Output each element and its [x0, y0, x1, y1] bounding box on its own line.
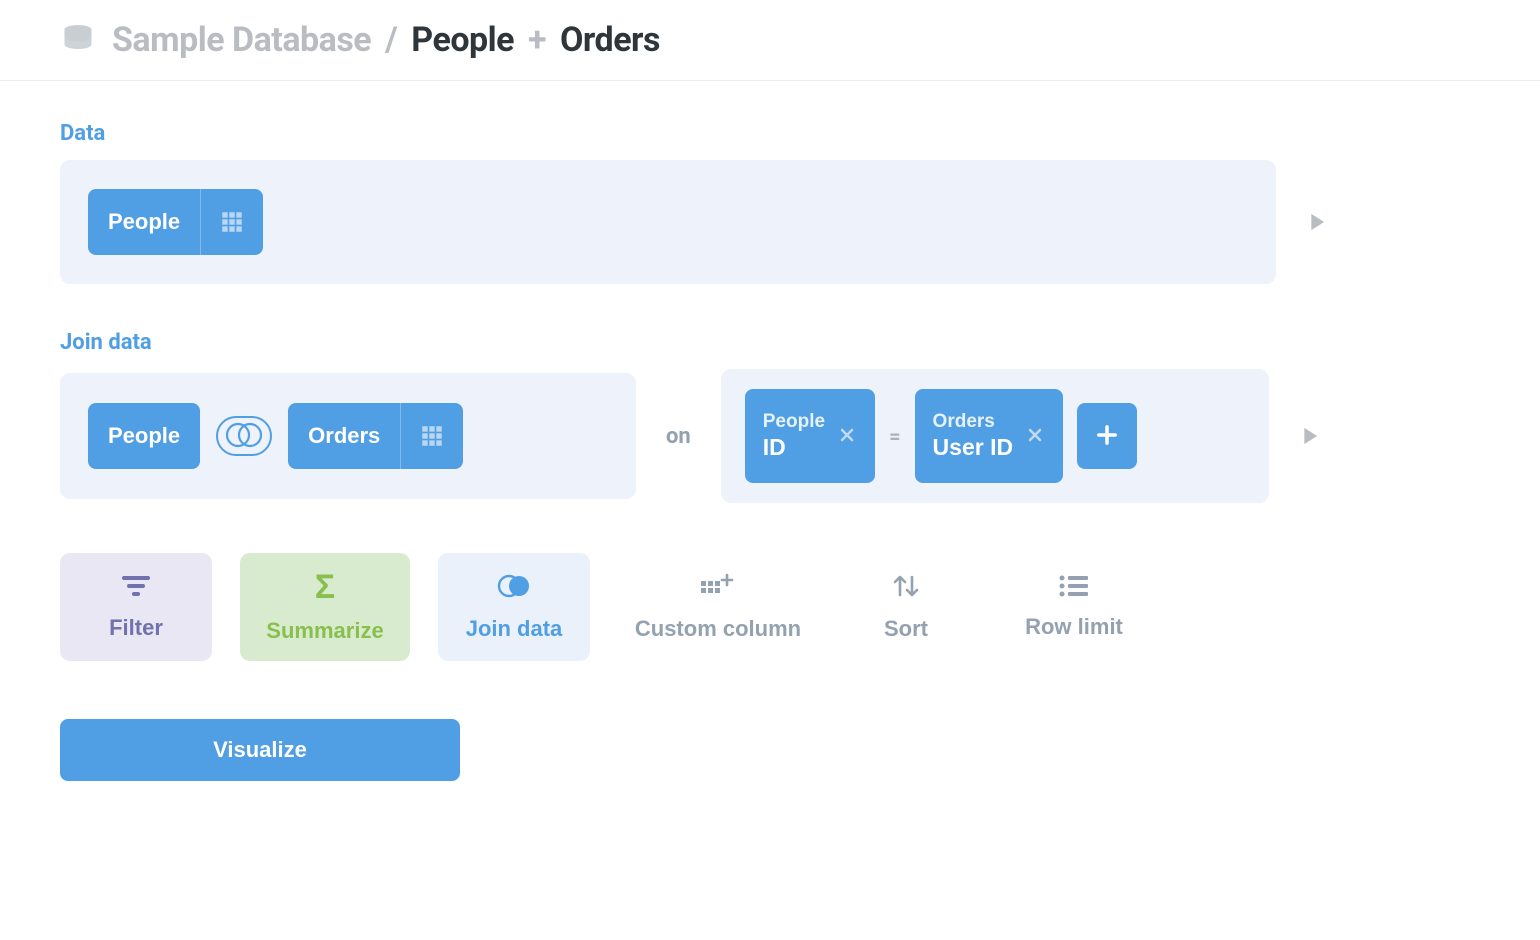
row-limit-button[interactable]: Row limit: [994, 553, 1154, 661]
summarize-label: Summarize: [266, 618, 383, 644]
table-columns-icon[interactable]: [400, 403, 463, 469]
join-data-label: Join data: [466, 616, 563, 642]
join-on-label: on: [654, 424, 703, 449]
breadcrumb-join-sep: +: [528, 20, 546, 60]
database-icon: [60, 22, 96, 58]
visualize-label: Visualize: [213, 737, 307, 762]
join-data-button[interactable]: Join data: [438, 553, 590, 661]
breadcrumb: Sample Database / People + Orders: [112, 20, 660, 60]
breadcrumb-table1[interactable]: People: [411, 20, 514, 60]
header: Sample Database / People + Orders: [0, 0, 1540, 81]
query-editor: Data People: [0, 81, 1540, 841]
breadcrumb-separator: /: [385, 20, 397, 60]
join-tables-panel: People Orders: [60, 373, 636, 499]
join-right-table-token[interactable]: Orders: [288, 403, 463, 469]
run-data-stage-button[interactable]: [1294, 200, 1338, 244]
join-left-column-table: People: [763, 411, 825, 434]
data-section: Data People: [60, 121, 1480, 284]
join-right-column-field: User ID: [933, 434, 1014, 462]
breadcrumb-database[interactable]: Sample Database: [112, 20, 371, 60]
join-left-table-label: People: [108, 423, 180, 449]
data-panel: People: [60, 160, 1276, 284]
equals-label: =: [889, 424, 900, 448]
sigma-icon: Σ: [315, 570, 335, 604]
custom-column-button[interactable]: Custom column: [618, 553, 818, 661]
data-section-label: Data: [60, 121, 1480, 146]
join-left-column-pill[interactable]: People ID: [745, 389, 875, 483]
join-right-column-table: Orders: [933, 411, 995, 434]
remove-right-column-icon[interactable]: [1025, 425, 1045, 448]
join-type-button[interactable]: [216, 416, 272, 456]
run-join-stage-button[interactable]: [1287, 414, 1331, 458]
custom-column-icon: [701, 573, 735, 602]
custom-column-label: Custom column: [635, 616, 801, 642]
row-limit-label: Row limit: [1025, 614, 1123, 640]
filter-icon: [120, 574, 152, 601]
stage-actions-row: Filter Σ Summarize Join data: [60, 553, 1480, 661]
filter-button[interactable]: Filter: [60, 553, 212, 661]
plus-icon: [1093, 421, 1121, 452]
venn-icon: [222, 421, 266, 452]
remove-left-column-icon[interactable]: [837, 425, 857, 448]
data-table-label: People: [88, 209, 200, 235]
join-section-label: Join data: [60, 330, 1480, 355]
sort-label: Sort: [884, 616, 928, 642]
summarize-button[interactable]: Σ Summarize: [240, 553, 410, 661]
breadcrumb-table2[interactable]: Orders: [560, 20, 660, 60]
table-columns-icon[interactable]: [200, 189, 263, 255]
join-right-table-label: Orders: [288, 423, 400, 449]
sort-button[interactable]: Sort: [846, 553, 966, 661]
join-left-column-field: ID: [763, 434, 786, 462]
sort-icon: [889, 573, 923, 602]
join-condition-panel: People ID = Orders User ID: [721, 369, 1269, 503]
add-join-condition-button[interactable]: [1077, 403, 1137, 469]
list-icon: [1059, 575, 1089, 600]
data-table-token[interactable]: People: [88, 189, 263, 255]
join-section: Join data People Orders: [60, 330, 1480, 503]
venn-icon: [494, 573, 534, 602]
join-left-table-token[interactable]: People: [88, 403, 200, 469]
filter-label: Filter: [109, 615, 163, 641]
join-right-column-pill[interactable]: Orders User ID: [915, 389, 1064, 483]
visualize-button[interactable]: Visualize: [60, 719, 460, 781]
